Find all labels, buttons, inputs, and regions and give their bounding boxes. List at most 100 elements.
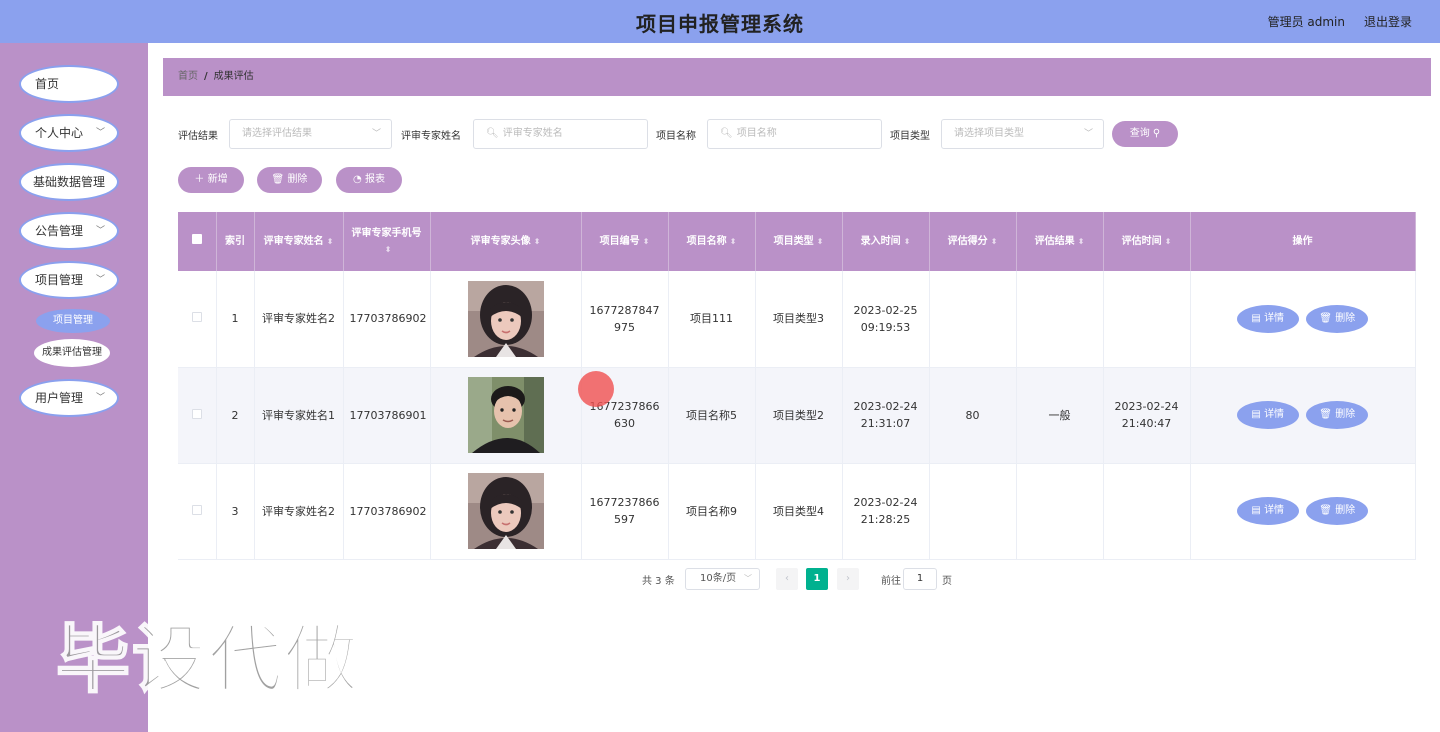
chevron-down-icon: ﹀ <box>95 226 105 236</box>
result-filter-label: 评估结果 <box>178 131 218 142</box>
cell-entry-time: 2023-02-25 09:19:53 <box>842 271 930 368</box>
sidebar-item-home[interactable]: 首页 <box>19 65 119 103</box>
cell-project-no: 1677287847975 <box>581 271 669 368</box>
avatar-male-icon[interactable] <box>467 377 544 453</box>
table-header-row: 索引 评审专家姓名 ⬍ 评审专家手机号⬍ 评审专家头像 ⬍ 项目编号 ⬍ 项目名称 ⬍ … <box>178 212 1416 271</box>
batch-delete-button[interactable]: 🗑︎ 删除 <box>257 167 322 193</box>
report-button[interactable]: ◔ 报表 <box>336 167 402 193</box>
detail-button[interactable]: ▤ 详情 <box>1236 304 1299 333</box>
page-unit-label: 页 <box>942 576 952 587</box>
chevron-down-icon: ﹀ <box>371 129 381 139</box>
cursor-highlight <box>578 371 614 407</box>
goto-label: 前往 <box>881 576 901 587</box>
app-title: 项目申报管理系统 <box>636 12 804 36</box>
sidebar-item-projects[interactable]: 项目管理 ﹀ <box>19 261 119 299</box>
cell-operations: ▤ 详情 🗑︎ 删除 <box>1190 463 1416 560</box>
delete-button[interactable]: 🗑︎ 删除 <box>1306 497 1369 525</box>
select-all-checkbox[interactable] <box>178 212 217 271</box>
sidebar-item-label: 用户管理 <box>35 391 84 405</box>
result-select[interactable]: 请选择评估结果 ﹀ <box>229 119 392 149</box>
header-entry-time[interactable]: 录入时间 ⬍ <box>842 212 930 271</box>
sort-icon: ⬍ <box>533 236 541 246</box>
pagination: 共 3 条 10条/页 ﹀ ‹ 1 › 前往 1 页 <box>178 568 1415 590</box>
goto-page-input[interactable]: 1 <box>903 568 937 590</box>
trash-icon: 🗑︎ <box>1319 409 1332 420</box>
chevron-left-icon: ‹ <box>785 573 789 584</box>
delete-button[interactable]: 🗑︎ 删除 <box>1306 401 1369 429</box>
sidebar-item-personal-center[interactable]: 个人中心 ﹀ <box>19 114 119 152</box>
cell-result <box>1016 271 1104 368</box>
project-name-input[interactable]: 🔍︎ 项目名称 <box>707 119 882 149</box>
cell-result: 一般 <box>1016 367 1104 464</box>
pie-chart-icon: ◔ <box>353 174 362 185</box>
cell-project-type: 项目类型4 <box>755 463 843 560</box>
avatar-female-icon[interactable] <box>467 473 544 549</box>
checkbox-icon <box>191 312 202 323</box>
sidebar-subitem-project-management[interactable]: 项目管理 <box>36 309 110 333</box>
expert-name-input[interactable]: 🔍︎ 评审专家姓名 <box>473 119 648 149</box>
cell-expert-phone: 17703786902 <box>343 271 431 368</box>
project-name-label: 项目名称 <box>656 131 696 142</box>
header-project-type[interactable]: 项目类型 ⬍ <box>755 212 843 271</box>
sidebar-item-basic-data[interactable]: 基础数据管理 <box>19 163 119 201</box>
cell-entry-time: 2023-02-24 21:31:07 <box>842 367 930 464</box>
cell-score <box>929 463 1017 560</box>
chevron-down-icon: ﹀ <box>95 393 105 403</box>
sort-icon: ⬍ <box>990 236 998 246</box>
detail-button[interactable]: ▤ 详情 <box>1236 497 1299 525</box>
header-expert-name[interactable]: 评审专家姓名 ⬍ <box>254 212 344 271</box>
avatar-female-icon[interactable] <box>467 280 544 357</box>
checkbox-icon <box>191 233 202 244</box>
cell-index: 2 <box>216 367 255 464</box>
sidebar-subitem-evaluation-management[interactable]: 成果评估管理 <box>34 339 110 367</box>
header-result[interactable]: 评估结果 ⬍ <box>1016 212 1104 271</box>
row-checkbox[interactable] <box>178 271 217 368</box>
header-expert-avatar[interactable]: 评审专家头像 ⬍ <box>430 212 582 271</box>
breadcrumb: 首页 / 成果评估 <box>163 58 1431 96</box>
chevron-down-icon: ﹀ <box>95 128 105 138</box>
header-score[interactable]: 评估得分 ⬍ <box>929 212 1017 271</box>
header-project-no[interactable]: 项目编号 ⬍ <box>581 212 669 271</box>
page-number-button[interactable]: 1 <box>806 568 828 590</box>
cell-project-type: 项目类型2 <box>755 367 843 464</box>
trash-icon: 🗑︎ <box>1319 312 1332 324</box>
plus-icon: ＋ <box>194 174 205 185</box>
document-icon: ▤ <box>1251 505 1261 516</box>
header-operations: 操作 <box>1190 212 1416 271</box>
header-eval-time[interactable]: 评估时间 ⬍ <box>1103 212 1191 271</box>
sort-icon: ⬍ <box>642 236 650 246</box>
search-icon: 🔍︎ <box>486 128 499 139</box>
sort-icon: ⬍ <box>1077 236 1085 246</box>
detail-button[interactable]: ▤ 详情 <box>1236 401 1299 429</box>
project-type-select[interactable]: 请选择项目类型 ﹀ <box>941 119 1104 149</box>
logout-link[interactable]: 退出登录 <box>1364 13 1412 30</box>
cell-project-no: 1677237866597 <box>581 463 669 560</box>
document-icon: ▤ <box>1251 312 1261 324</box>
breadcrumb-home[interactable]: 首页 <box>178 71 198 82</box>
sidebar-item-announcements[interactable]: 公告管理 ﹀ <box>19 212 119 250</box>
delete-button[interactable]: 🗑︎ 删除 <box>1306 304 1369 333</box>
row-checkbox[interactable] <box>178 463 217 560</box>
row-checkbox[interactable] <box>178 367 217 464</box>
cell-eval-time: 2023-02-24 21:40:47 <box>1103 367 1191 464</box>
query-button[interactable]: 查询 ⚲ <box>1112 121 1178 147</box>
page-size-select[interactable]: 10条/页 ﹀ <box>685 568 760 590</box>
header-expert-phone[interactable]: 评审专家手机号⬍ <box>343 212 431 271</box>
pagination-total: 共 3 条 <box>642 576 675 587</box>
add-button[interactable]: ＋ 新增 <box>178 167 244 193</box>
sidebar-item-users[interactable]: 用户管理 ﹀ <box>19 379 119 417</box>
chevron-down-icon: ﹀ <box>1083 129 1093 139</box>
header-index: 索引 <box>216 212 255 271</box>
prev-page-button[interactable]: ‹ <box>776 568 798 590</box>
trash-icon: 🗑︎ <box>1319 505 1332 516</box>
next-page-button[interactable]: › <box>837 568 859 590</box>
trash-icon: 🗑︎ <box>271 174 285 185</box>
cell-expert-avatar <box>430 367 582 464</box>
sidebar-item-label: 公告管理 <box>35 224 84 238</box>
header-project-name[interactable]: 项目名称 ⬍ <box>668 212 756 271</box>
cell-operations: ▤ 详情 🗑︎ 删除 <box>1190 367 1416 464</box>
cell-result <box>1016 463 1104 560</box>
cell-operations: ▤ 详情 🗑︎ 删除 <box>1190 271 1416 368</box>
cell-expert-avatar <box>430 271 582 368</box>
sidebar-item-label: 首页 <box>35 77 60 91</box>
